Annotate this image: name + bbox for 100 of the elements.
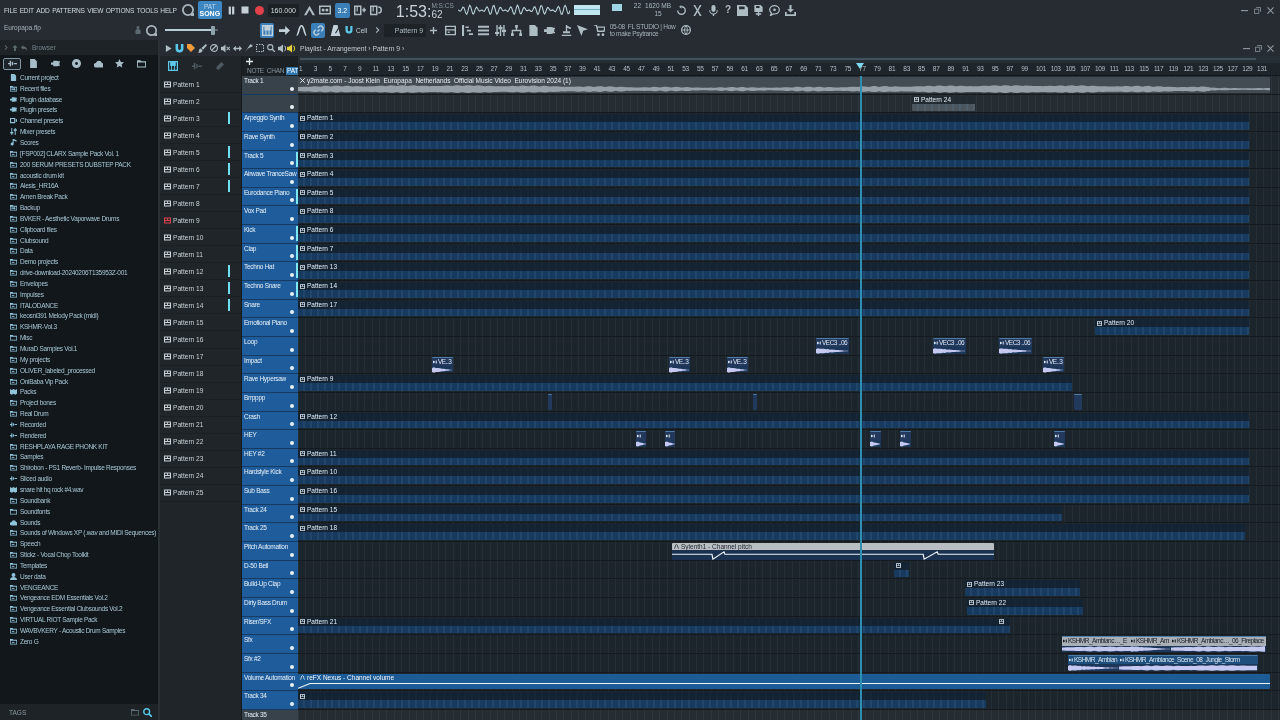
sample-clip[interactable] [1074, 393, 1082, 410]
overview-scrollbar[interactable] [298, 56, 1280, 63]
delete-icon[interactable] [210, 44, 218, 52]
cassette-icon[interactable] [318, 4, 331, 16]
save-plus-icon[interactable] [753, 4, 765, 16]
pattern-icon [300, 171, 305, 177]
back-arrow-icon[interactable] [21, 44, 27, 51]
folder-icon[interactable] [131, 708, 139, 716]
dot-icon [290, 440, 294, 445]
waveform-icon [10, 431, 17, 439]
plus-icon[interactable] [430, 26, 438, 34]
sample-clip[interactable] [1054, 431, 1065, 447]
play-bar-icon [1055, 434, 1059, 439]
rack-icon[interactable] [445, 24, 457, 36]
mute-icon[interactable] [221, 43, 230, 53]
dot-icon [290, 571, 294, 576]
close-icon[interactable] [1267, 6, 1274, 14]
globe-icon[interactable] [681, 25, 692, 35]
folder-arrow-icon [10, 204, 17, 212]
chevron-icon[interactable] [375, 27, 382, 33]
select-icon[interactable] [256, 44, 264, 52]
keys-loop-icon[interactable] [369, 4, 382, 16]
folder-icon [10, 626, 17, 634]
restore-icon[interactable] [1254, 6, 1261, 14]
pattern-icon [300, 209, 305, 214]
sample-clip[interactable] [636, 431, 646, 447]
list-icon[interactable] [478, 24, 490, 36]
help-button[interactable]: ? [724, 4, 733, 16]
sample-clip[interactable] [665, 431, 675, 447]
pattern-icon [164, 353, 171, 360]
keys-plus-icon[interactable] [353, 4, 366, 16]
tree-icon[interactable] [511, 24, 523, 36]
sample-clip[interactable] [753, 393, 757, 410]
pattern-clip[interactable] [298, 692, 986, 708]
pattern-icon [164, 267, 171, 275]
chat-icon[interactable] [769, 4, 781, 16]
pattern-icon [164, 404, 171, 412]
sample-clip[interactable] [870, 431, 881, 447]
pause-icon[interactable] [226, 5, 236, 15]
dot-icon [290, 347, 294, 352]
piano-roll-icon[interactable] [461, 24, 473, 36]
arrow-icon [278, 24, 290, 36]
piano-keys-icon [261, 24, 273, 36]
zoom-icon[interactable] [267, 44, 275, 52]
tool-button[interactable] [328, 22, 342, 38]
diamond-icon[interactable] [187, 44, 195, 52]
figure-icon[interactable] [134, 26, 142, 34]
knife-icon[interactable] [245, 44, 253, 52]
folder-icon [10, 540, 17, 548]
restore-icon[interactable] [1255, 44, 1262, 52]
pattern-clip[interactable] [997, 617, 1010, 634]
dot-icon [290, 123, 294, 128]
browser-tab[interactable] [3, 57, 21, 70]
knob-icon[interactable] [146, 24, 157, 36]
speaker-icon[interactable] [287, 43, 296, 53]
slider-thumb[interactable] [210, 25, 215, 35]
speaker-icon[interactable] [278, 43, 287, 53]
flag-icon[interactable] [560, 24, 572, 36]
close-icon[interactable] [1267, 44, 1274, 52]
pattern-icon [164, 131, 171, 139]
pointer-icon[interactable] [577, 24, 589, 36]
tool-button[interactable] [260, 22, 274, 38]
microphone-icon[interactable] [708, 4, 720, 16]
dot-icon [290, 142, 294, 147]
faders-icon[interactable] [494, 24, 506, 36]
dot-icon [290, 645, 294, 650]
folder-icon [10, 616, 17, 624]
folder-icon [10, 193, 17, 201]
plus-icon[interactable] [246, 57, 253, 65]
star-icon [115, 59, 124, 68]
waveform-drawing [870, 441, 881, 448]
cart-icon[interactable] [593, 24, 605, 36]
sample-clip[interactable] [900, 431, 911, 447]
slip-icon[interactable] [233, 43, 242, 53]
save-icon[interactable] [737, 4, 749, 16]
scissors-icon[interactable] [692, 4, 704, 16]
timeline-ruler[interactable] [298, 63, 1280, 76]
search-icon[interactable] [143, 707, 152, 717]
pattern-clip[interactable] [894, 561, 909, 578]
waveform-icon [7, 59, 17, 68]
file-icon[interactable] [527, 24, 539, 36]
record-icon[interactable] [254, 5, 264, 15]
tool-button[interactable] [294, 22, 308, 38]
download-icon[interactable] [785, 4, 797, 16]
knob-icon[interactable] [181, 4, 194, 16]
sample-clip[interactable] [548, 393, 552, 410]
folder-icon [10, 171, 17, 179]
brush-icon[interactable] [198, 43, 207, 53]
tool-button[interactable] [311, 22, 325, 38]
magnet-icon[interactable] [175, 43, 184, 53]
folder-icon [10, 507, 17, 515]
note-icon [10, 139, 17, 146]
play-icon[interactable] [165, 44, 172, 52]
up-arrow-icon[interactable] [12, 44, 18, 51]
wedge-icon[interactable] [303, 4, 315, 16]
stop-icon[interactable] [240, 6, 249, 14]
curve-icon [295, 24, 307, 36]
plug-icon[interactable] [544, 24, 556, 36]
refresh-icon[interactable] [676, 4, 688, 16]
piano-keys-icon[interactable] [168, 61, 178, 71]
